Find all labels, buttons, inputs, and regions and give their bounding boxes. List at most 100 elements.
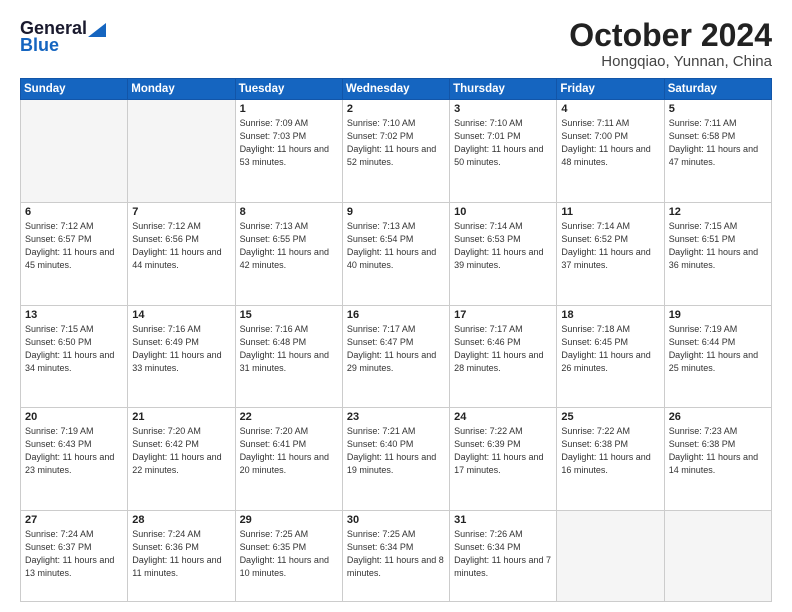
day-info: Sunrise: 7:16 AMSunset: 6:49 PMDaylight:… bbox=[132, 323, 230, 375]
day-info: Sunrise: 7:15 AMSunset: 6:50 PMDaylight:… bbox=[25, 323, 123, 375]
calendar-cell: 22 Sunrise: 7:20 AMSunset: 6:41 PMDayligh… bbox=[235, 408, 342, 511]
calendar-cell: 17Sunrise: 7:17 AMSunset: 6:46 PMDayligh… bbox=[450, 305, 557, 408]
calendar-cell: 1 Sunrise: 7:09 AMSunset: 7:03 PMDaylight… bbox=[235, 100, 342, 203]
calendar-cell: 23Sunrise: 7:21 AMSunset: 6:40 PMDayligh… bbox=[342, 408, 449, 511]
day-number: 21 bbox=[132, 411, 230, 423]
day-number: 8 bbox=[240, 206, 338, 218]
day-number: 7 bbox=[132, 206, 230, 218]
day-number: 16 bbox=[347, 309, 445, 321]
weekday-friday: Friday bbox=[557, 79, 664, 100]
day-number: 2 bbox=[347, 103, 445, 115]
day-info: Sunrise: 7:24 AMSunset: 6:36 PMDaylight:… bbox=[132, 528, 230, 580]
day-number: 28 bbox=[132, 514, 230, 526]
calendar-cell bbox=[128, 100, 235, 203]
day-number: 14 bbox=[132, 309, 230, 321]
day-info: Sunrise: 7:21 AMSunset: 6:40 PMDaylight:… bbox=[347, 425, 445, 477]
day-number: 1 bbox=[240, 103, 338, 115]
day-number: 20 bbox=[25, 411, 123, 423]
day-info: Sunrise: 7:18 AMSunset: 6:45 PMDaylight:… bbox=[561, 323, 659, 375]
weekday-sunday: Sunday bbox=[21, 79, 128, 100]
calendar-cell: 18 Sunrise: 7:18 AMSunset: 6:45 PMDayligh… bbox=[557, 305, 664, 408]
day-number: 10 bbox=[454, 206, 552, 218]
calendar-cell: 26 Sunrise: 7:23 AMSunset: 6:38 PMDayligh… bbox=[664, 408, 771, 511]
week-row-2: 6 Sunrise: 7:12 AMSunset: 6:57 PMDaylight… bbox=[21, 202, 772, 305]
day-info: Sunrise: 7:22 AMSunset: 6:39 PMDaylight:… bbox=[454, 425, 552, 477]
day-info: Sunrise: 7:22 AMSunset: 6:38 PMDaylight:… bbox=[561, 425, 659, 477]
calendar-cell: 19 Sunrise: 7:19 AMSunset: 6:44 PMDayligh… bbox=[664, 305, 771, 408]
day-number: 25 bbox=[561, 411, 659, 423]
day-info: Sunrise: 7:14 AMSunset: 6:53 PMDaylight:… bbox=[454, 220, 552, 272]
logo: General Blue bbox=[20, 18, 106, 56]
calendar-cell: 12 Sunrise: 7:15 AMSunset: 6:51 PMDayligh… bbox=[664, 202, 771, 305]
day-info: Sunrise: 7:12 AMSunset: 6:57 PMDaylight:… bbox=[25, 220, 123, 272]
week-row-3: 13 Sunrise: 7:15 AMSunset: 6:50 PMDayligh… bbox=[21, 305, 772, 408]
day-number: 17 bbox=[454, 309, 552, 321]
day-number: 13 bbox=[25, 309, 123, 321]
weekday-tuesday: Tuesday bbox=[235, 79, 342, 100]
weekday-monday: Monday bbox=[128, 79, 235, 100]
day-info: Sunrise: 7:17 AMSunset: 6:47 PMDaylight:… bbox=[347, 323, 445, 375]
day-info: Sunrise: 7:23 AMSunset: 6:38 PMDaylight:… bbox=[669, 425, 767, 477]
calendar-cell: 20 Sunrise: 7:19 AMSunset: 6:43 PMDayligh… bbox=[21, 408, 128, 511]
day-info: Sunrise: 7:11 AMSunset: 7:00 PMDaylight:… bbox=[561, 117, 659, 169]
day-info: Sunrise: 7:24 AMSunset: 6:37 PMDaylight:… bbox=[25, 528, 123, 580]
day-info: Sunrise: 7:14 AMSunset: 6:52 PMDaylight:… bbox=[561, 220, 659, 272]
calendar-cell: 16 Sunrise: 7:17 AMSunset: 6:47 PMDayligh… bbox=[342, 305, 449, 408]
day-number: 26 bbox=[669, 411, 767, 423]
calendar-cell: 13 Sunrise: 7:15 AMSunset: 6:50 PMDayligh… bbox=[21, 305, 128, 408]
calendar-cell: 31 Sunrise: 7:26 AMSunset: 6:34 PMDayligh… bbox=[450, 510, 557, 601]
day-number: 6 bbox=[25, 206, 123, 218]
day-number: 30 bbox=[347, 514, 445, 526]
weekday-header-row: SundayMondayTuesdayWednesdayThursdayFrid… bbox=[21, 79, 772, 100]
day-info: Sunrise: 7:25 AMSunset: 6:35 PMDaylight:… bbox=[240, 528, 338, 580]
calendar-cell: 21Sunrise: 7:20 AMSunset: 6:42 PMDayligh… bbox=[128, 408, 235, 511]
day-info: Sunrise: 7:15 AMSunset: 6:51 PMDaylight:… bbox=[669, 220, 767, 272]
week-row-5: 27 Sunrise: 7:24 AMSunset: 6:37 PMDayligh… bbox=[21, 510, 772, 601]
day-info: Sunrise: 7:19 AMSunset: 6:44 PMDaylight:… bbox=[669, 323, 767, 375]
day-number: 11 bbox=[561, 206, 659, 218]
calendar-cell: 4 Sunrise: 7:11 AMSunset: 7:00 PMDaylight… bbox=[557, 100, 664, 203]
day-info: Sunrise: 7:10 AMSunset: 7:01 PMDaylight:… bbox=[454, 117, 552, 169]
week-row-4: 20 Sunrise: 7:19 AMSunset: 6:43 PMDayligh… bbox=[21, 408, 772, 511]
calendar-cell: 24 Sunrise: 7:22 AMSunset: 6:39 PMDayligh… bbox=[450, 408, 557, 511]
day-number: 31 bbox=[454, 514, 552, 526]
day-number: 29 bbox=[240, 514, 338, 526]
day-info: Sunrise: 7:09 AMSunset: 7:03 PMDaylight:… bbox=[240, 117, 338, 169]
calendar-cell: 29 Sunrise: 7:25 AMSunset: 6:35 PMDayligh… bbox=[235, 510, 342, 601]
calendar-cell bbox=[664, 510, 771, 601]
calendar-cell: 2 Sunrise: 7:10 AMSunset: 7:02 PMDaylight… bbox=[342, 100, 449, 203]
day-info: Sunrise: 7:12 AMSunset: 6:56 PMDaylight:… bbox=[132, 220, 230, 272]
calendar-cell: 15Sunrise: 7:16 AMSunset: 6:48 PMDayligh… bbox=[235, 305, 342, 408]
day-info: Sunrise: 7:25 AMSunset: 6:34 PMDaylight:… bbox=[347, 528, 445, 580]
day-number: 12 bbox=[669, 206, 767, 218]
day-info: Sunrise: 7:10 AMSunset: 7:02 PMDaylight:… bbox=[347, 117, 445, 169]
calendar-cell: 27 Sunrise: 7:24 AMSunset: 6:37 PMDayligh… bbox=[21, 510, 128, 601]
month-title: October 2024 bbox=[569, 18, 772, 53]
day-number: 22 bbox=[240, 411, 338, 423]
day-number: 18 bbox=[561, 309, 659, 321]
day-info: Sunrise: 7:13 AMSunset: 6:54 PMDaylight:… bbox=[347, 220, 445, 272]
calendar-cell: 3Sunrise: 7:10 AMSunset: 7:01 PMDaylight… bbox=[450, 100, 557, 203]
day-info: Sunrise: 7:20 AMSunset: 6:41 PMDaylight:… bbox=[240, 425, 338, 477]
day-number: 5 bbox=[669, 103, 767, 115]
page: General Blue October 2024 Hongqiao, Yunn… bbox=[0, 0, 792, 612]
calendar-cell bbox=[21, 100, 128, 203]
calendar-cell bbox=[557, 510, 664, 601]
calendar-cell: 8Sunrise: 7:13 AMSunset: 6:55 PMDaylight… bbox=[235, 202, 342, 305]
calendar-cell: 28 Sunrise: 7:24 AMSunset: 6:36 PMDayligh… bbox=[128, 510, 235, 601]
weekday-thursday: Thursday bbox=[450, 79, 557, 100]
day-info: Sunrise: 7:19 AMSunset: 6:43 PMDaylight:… bbox=[25, 425, 123, 477]
day-number: 19 bbox=[669, 309, 767, 321]
day-number: 24 bbox=[454, 411, 552, 423]
day-number: 27 bbox=[25, 514, 123, 526]
day-number: 4 bbox=[561, 103, 659, 115]
title-block: October 2024 Hongqiao, Yunnan, China bbox=[569, 18, 772, 70]
day-number: 9 bbox=[347, 206, 445, 218]
day-info: Sunrise: 7:26 AMSunset: 6:34 PMDaylight:… bbox=[454, 528, 552, 580]
day-info: Sunrise: 7:16 AMSunset: 6:48 PMDaylight:… bbox=[240, 323, 338, 375]
location: Hongqiao, Yunnan, China bbox=[569, 53, 772, 70]
calendar-cell: 10 Sunrise: 7:14 AMSunset: 6:53 PMDayligh… bbox=[450, 202, 557, 305]
weekday-saturday: Saturday bbox=[664, 79, 771, 100]
calendar-cell: 14 Sunrise: 7:16 AMSunset: 6:49 PMDayligh… bbox=[128, 305, 235, 408]
calendar-cell: 6 Sunrise: 7:12 AMSunset: 6:57 PMDaylight… bbox=[21, 202, 128, 305]
